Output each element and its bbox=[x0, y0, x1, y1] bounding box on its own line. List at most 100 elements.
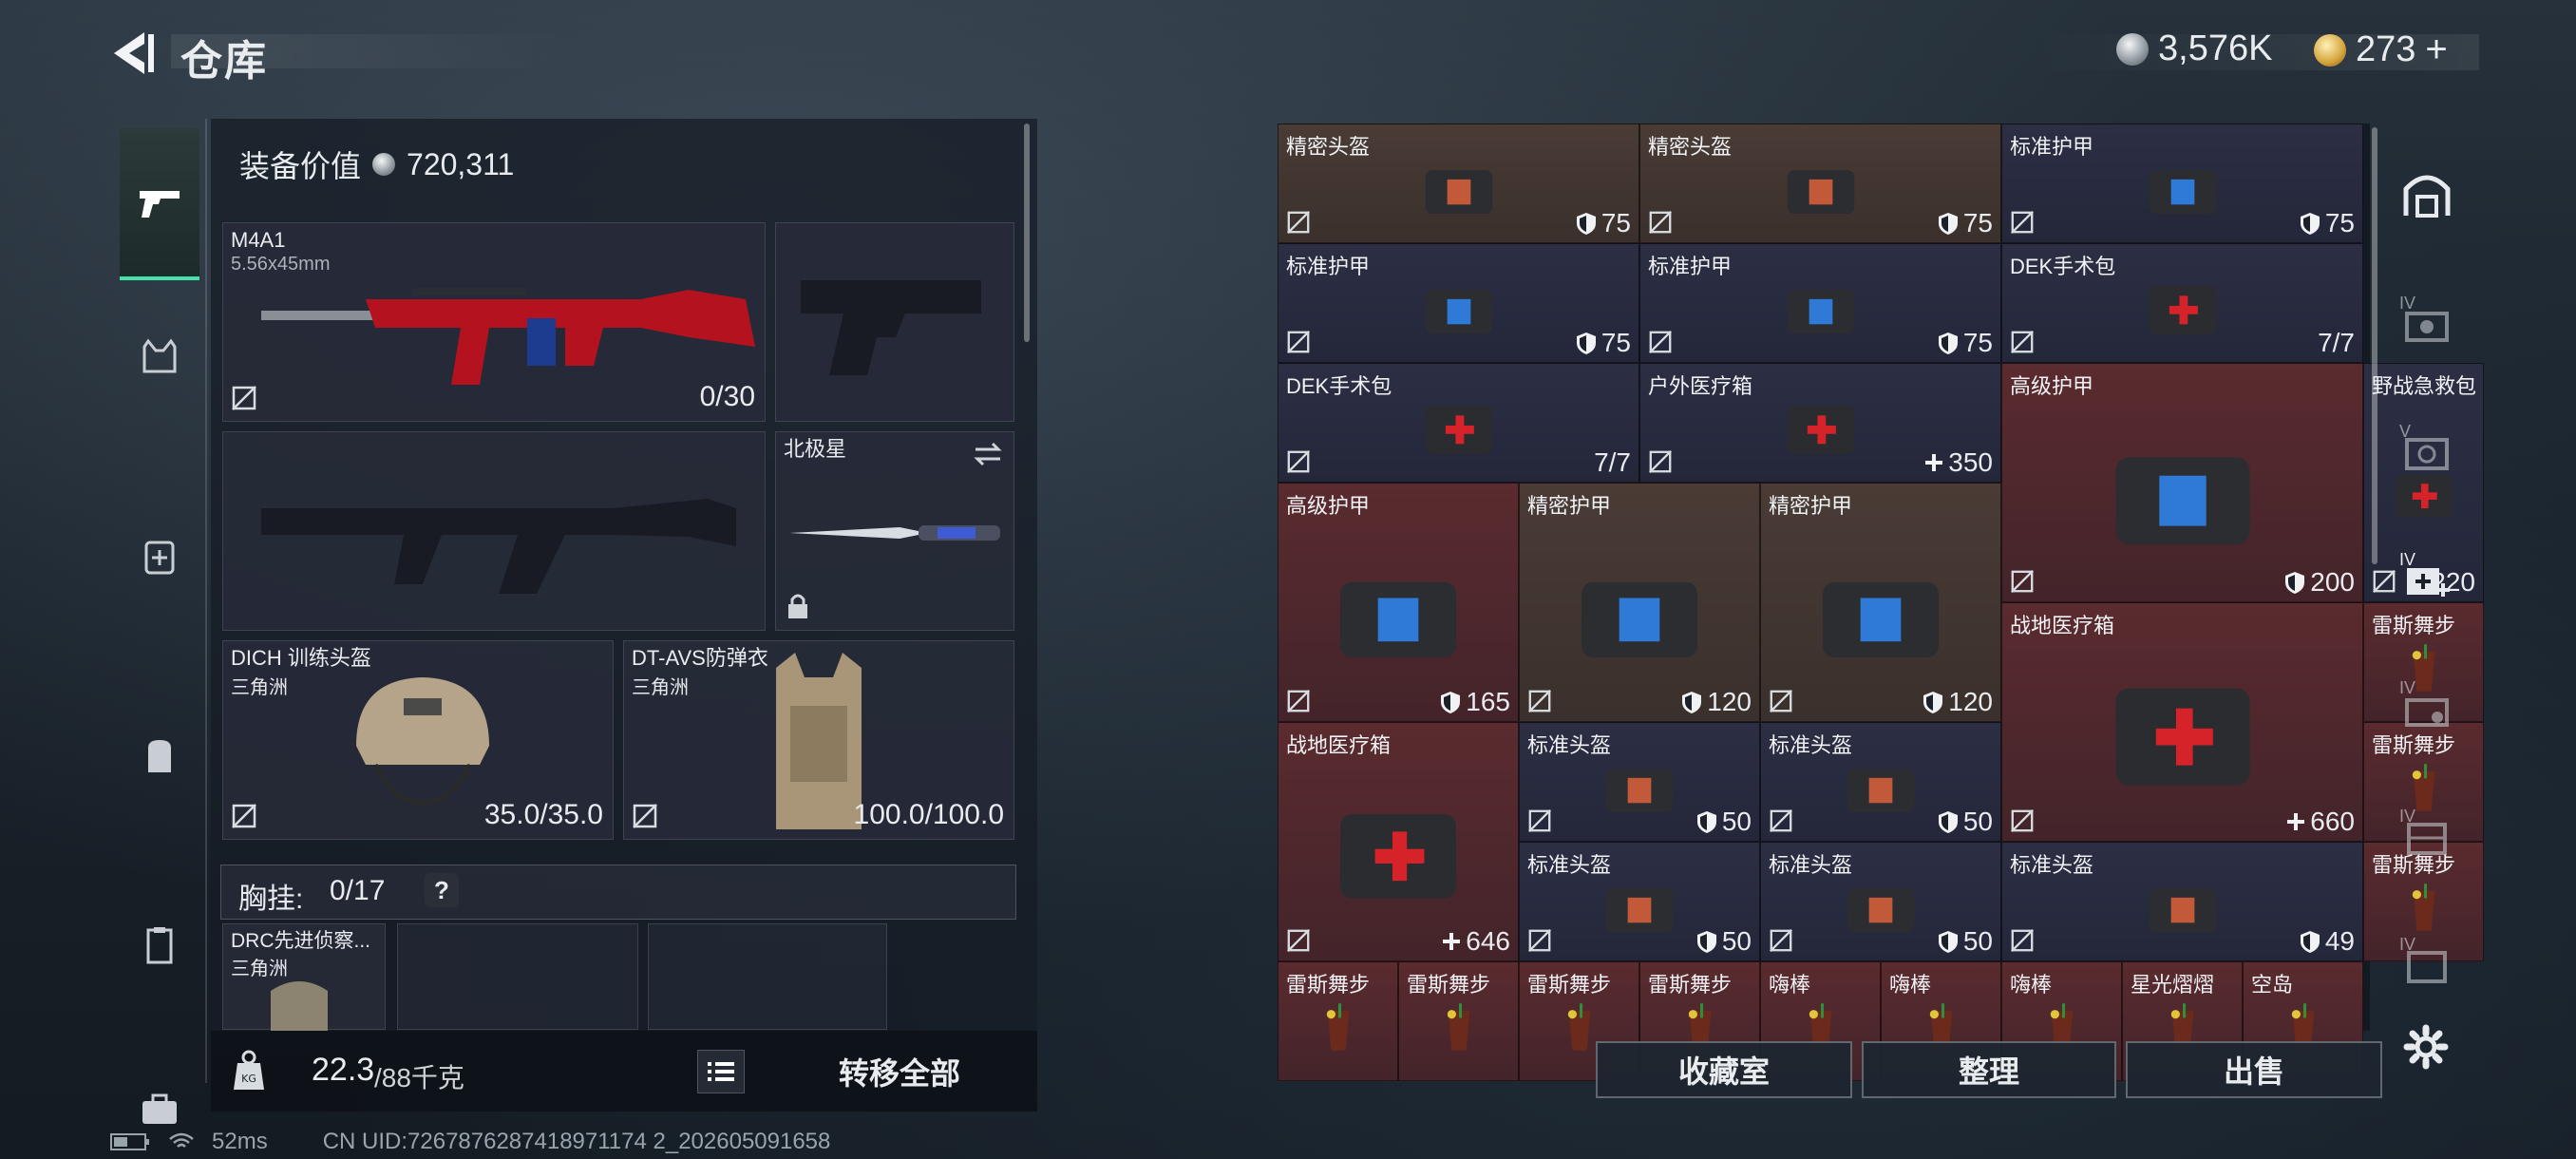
item-value: 75 bbox=[1575, 208, 1631, 238]
nav-weapons[interactable] bbox=[120, 128, 199, 280]
storage-item[interactable]: 标准头盔 50 bbox=[1760, 722, 2001, 842]
nav-medical[interactable] bbox=[120, 516, 199, 596]
no-insure-icon bbox=[1287, 331, 1310, 353]
battery-icon bbox=[110, 1133, 149, 1150]
equipment-scrollbar[interactable] bbox=[1024, 124, 1030, 342]
item-value: 75 bbox=[1575, 328, 1631, 358]
storage-scrollbar[interactable] bbox=[2372, 127, 2377, 564]
storage-item[interactable]: 标准头盔 49 bbox=[2001, 842, 2363, 961]
item-value: 660 bbox=[2285, 807, 2355, 837]
nav-materials[interactable] bbox=[120, 905, 199, 985]
backpack-slot[interactable]: DRC先进侦察... 三角洲 bbox=[222, 923, 386, 1031]
storage-item[interactable]: 战地医疗箱 646 bbox=[1278, 722, 1519, 961]
back-button[interactable] bbox=[104, 27, 158, 80]
list-view-button[interactable] bbox=[697, 1050, 745, 1093]
secondary-rifle-slot[interactable] bbox=[222, 431, 766, 631]
category-nav bbox=[112, 119, 207, 1124]
storage-item[interactable]: 标准头盔 50 bbox=[1519, 842, 1760, 961]
storage-item[interactable]: 高级护甲 165 bbox=[1278, 483, 1519, 722]
storage-item[interactable]: 标准护甲 75 bbox=[1639, 243, 2001, 363]
chest-rig-label: 胸挂: bbox=[238, 884, 304, 915]
shield-icon bbox=[1696, 811, 1716, 833]
warehouse-tab-main[interactable] bbox=[2394, 162, 2460, 228]
pistol-placeholder-icon bbox=[801, 280, 981, 375]
help-button[interactable]: ? bbox=[425, 873, 459, 907]
storage-item[interactable]: 精密护甲 120 bbox=[1519, 483, 1760, 722]
item-name: 雷斯舞步 bbox=[1648, 973, 1733, 997]
shield-icon bbox=[1938, 332, 1958, 354]
status-bar: 52ms CN UID:7267876287418971174 2_202605… bbox=[109, 1129, 830, 1155]
storage-item[interactable]: 标准护甲 75 bbox=[2001, 124, 2363, 243]
storage-item[interactable]: 户外医疗箱 350 bbox=[1639, 363, 2001, 483]
helmet-durability: 35.0/35.0 bbox=[483, 799, 603, 830]
sell-button[interactable]: 出售 bbox=[2126, 1041, 2382, 1098]
medkit-icon bbox=[1425, 405, 1492, 455]
pouch-slot[interactable] bbox=[648, 923, 887, 1030]
item-value: 50 bbox=[1695, 807, 1752, 837]
item-name: 标准头盔 bbox=[2010, 853, 2094, 877]
item-value: 350 bbox=[1923, 447, 1993, 478]
item-name: 标准头盔 bbox=[1769, 733, 1853, 757]
pouch-slot[interactable] bbox=[397, 923, 638, 1030]
warehouse-tab-6[interactable]: IV bbox=[2394, 931, 2460, 998]
storage-item[interactable]: 精密护甲 120 bbox=[1760, 483, 2001, 722]
chest-rig-row[interactable]: 胸挂: 0/17 ? bbox=[220, 864, 1016, 920]
shield-icon bbox=[1938, 811, 1958, 833]
storage-item[interactable]: 精密头盔 75 bbox=[1639, 124, 2001, 243]
storage-item[interactable]: 精密头盔 75 bbox=[1278, 124, 1639, 243]
helmet-bag-icon bbox=[1787, 170, 1854, 215]
primary-weapon-slot[interactable]: M4A1 5.56x45mm 0/30 bbox=[222, 222, 766, 422]
no-insure-icon bbox=[1770, 929, 1792, 952]
helmet-slot[interactable]: DICH 训练头盔 三角洲 35.0/35.0 bbox=[222, 640, 614, 840]
settings-gear-icon[interactable] bbox=[2403, 1024, 2449, 1070]
warehouse-tab-2[interactable]: V bbox=[2394, 418, 2460, 484]
armor-slot[interactable]: DT-AVS防弹衣 三角洲 100.0/100.0 bbox=[623, 640, 1014, 840]
vest-icon bbox=[142, 338, 177, 373]
melee-slot[interactable]: 北极星 bbox=[775, 431, 1014, 631]
item-value-text: 120 bbox=[1707, 687, 1752, 716]
warehouse-tab-3[interactable]: IV bbox=[2394, 546, 2460, 613]
storage-item[interactable]: DEK手术包 7/7 bbox=[1278, 363, 1639, 483]
storage-item[interactable]: 战地医疗箱 660 bbox=[2001, 602, 2363, 842]
item-value: 49 bbox=[2299, 926, 2355, 957]
transfer-all-button[interactable]: 转移全部 bbox=[781, 1044, 1018, 1099]
collection-room-button[interactable]: 收藏室 bbox=[1596, 1041, 1852, 1098]
swap-icon[interactable] bbox=[972, 440, 1004, 468]
gold-add-button[interactable]: + bbox=[2425, 28, 2447, 71]
gold-currency[interactable]: 273 + bbox=[2314, 28, 2448, 71]
no-insure-icon bbox=[2011, 331, 2034, 353]
warehouse-tab-5[interactable]: IV bbox=[2394, 803, 2460, 869]
item-value: 120 bbox=[1922, 687, 1993, 717]
ping: 52ms bbox=[212, 1129, 268, 1154]
no-insure-icon bbox=[1287, 690, 1310, 712]
weight-bar: KG 22.3 /88千克 转移全部 bbox=[211, 1031, 1037, 1112]
equip-value-amount: 720,311 bbox=[407, 146, 515, 181]
item-name: 精密护甲 bbox=[1527, 494, 1612, 518]
storage-item[interactable]: DEK手术包 7/7 bbox=[2001, 243, 2363, 363]
storage-item[interactable]: 雷斯舞步 bbox=[1398, 961, 1519, 1081]
armor-name: DT-AVS防弹衣 bbox=[632, 646, 768, 670]
shield-icon bbox=[1696, 931, 1716, 953]
helmet-bag-icon bbox=[1605, 769, 1674, 813]
storage-item[interactable]: 标准头盔 50 bbox=[1760, 842, 2001, 961]
warehouse-tab-4[interactable]: IV bbox=[2394, 674, 2460, 741]
item-name: 标准头盔 bbox=[1527, 733, 1612, 757]
item-name: 战地医疗箱 bbox=[1286, 733, 1392, 757]
silver-coin-icon bbox=[2116, 32, 2149, 66]
storage-item[interactable]: 雷斯舞步 bbox=[1278, 961, 1398, 1081]
storage-item[interactable]: 标准护甲 75 bbox=[1278, 243, 1639, 363]
item-name: 雷斯舞步 bbox=[1286, 973, 1371, 997]
nav-armor[interactable] bbox=[120, 316, 199, 396]
organize-button[interactable]: 整理 bbox=[1862, 1041, 2116, 1098]
storage-item[interactable]: 标准头盔 50 bbox=[1519, 722, 1760, 842]
item-value: 200 bbox=[2283, 567, 2355, 598]
helmet-bag-icon bbox=[2149, 888, 2216, 933]
helmet-bag-icon bbox=[1425, 170, 1492, 215]
warehouse-tab-1[interactable]: IV bbox=[2394, 290, 2460, 356]
storage-item[interactable]: 高级护甲 200 bbox=[2001, 363, 2363, 602]
drink-icon bbox=[1447, 1003, 1469, 1051]
item-name: 精密头盔 bbox=[1286, 135, 1371, 159]
secondary-weapon-slot[interactable] bbox=[775, 222, 1014, 422]
shield-icon bbox=[1576, 332, 1596, 354]
nav-backpack[interactable] bbox=[120, 715, 199, 795]
